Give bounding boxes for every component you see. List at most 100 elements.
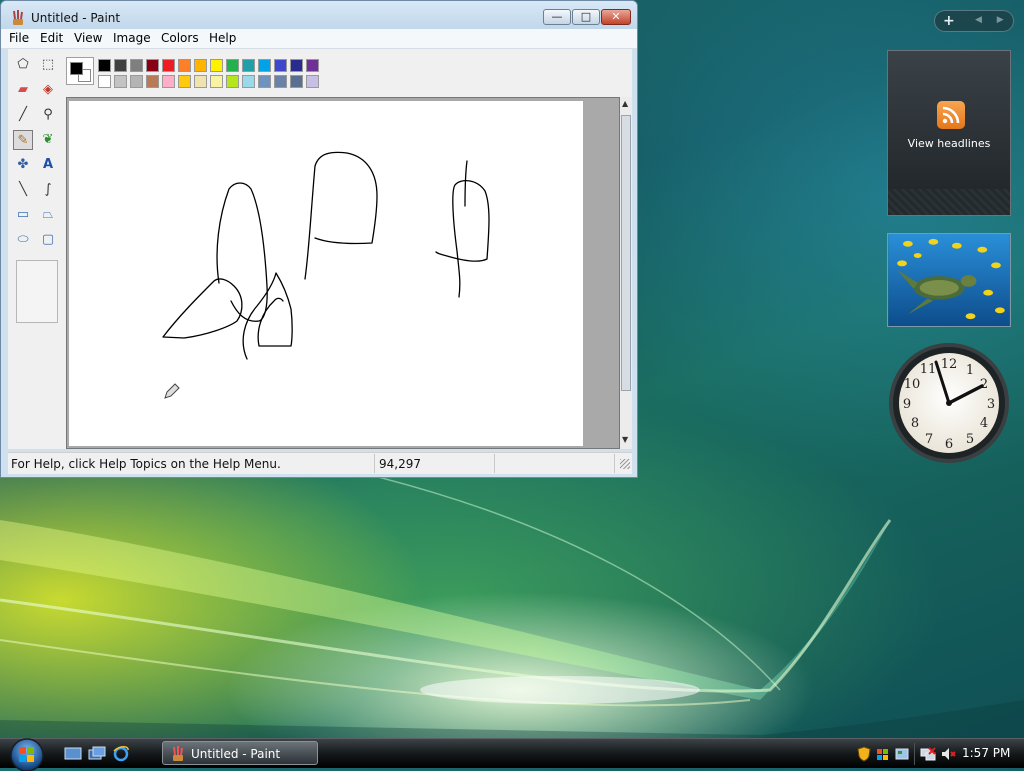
status-help-text: For Help, click Help Topics on the Help … (11, 457, 281, 471)
taskbar-paint-label: Untitled - Paint (191, 747, 281, 761)
palette-color-swatch[interactable] (146, 75, 159, 88)
status-divider (494, 454, 495, 473)
sidebar-controls: + ◀ ▶ (934, 10, 1014, 32)
palette-color-swatch[interactable] (114, 75, 127, 88)
pencil-cursor-icon (164, 383, 180, 399)
foreground-color-swatch (70, 62, 83, 75)
menu-file[interactable]: File (9, 31, 29, 45)
menu-view[interactable]: View (74, 31, 102, 45)
taskbar-clock[interactable]: 1:57 PM (962, 746, 1010, 760)
palette-color-swatch[interactable] (226, 59, 239, 72)
palette-color-swatch[interactable] (146, 59, 159, 72)
switch-windows-icon[interactable] (88, 746, 106, 762)
menu-help[interactable]: Help (209, 31, 236, 45)
internet-explorer-icon[interactable] (112, 746, 130, 762)
status-divider (614, 454, 615, 473)
minimize-button[interactable]: — (543, 9, 571, 25)
magnifier-icon[interactable]: ⚲ (38, 105, 58, 125)
text-icon[interactable]: A (38, 155, 58, 175)
palette-color-swatch[interactable] (178, 75, 191, 88)
window-title: Untitled - Paint (31, 11, 121, 25)
palette-color-swatch[interactable] (226, 75, 239, 88)
tray-separator (914, 743, 915, 765)
svg-text:3: 3 (987, 397, 995, 412)
cursor-coordinates: 94,297 (379, 457, 421, 471)
select-icon[interactable]: ⬚ (38, 55, 58, 75)
palette-color-swatch[interactable] (242, 59, 255, 72)
palette-color-swatch[interactable] (162, 75, 175, 88)
menu-edit[interactable]: Edit (40, 31, 63, 45)
gadget-page-arrows[interactable]: ◀ ▶ (975, 15, 1010, 25)
menu-colors[interactable]: Colors (161, 31, 199, 45)
taskbar: Untitled - Paint 1:57 PM (0, 735, 1024, 771)
svg-text:8: 8 (911, 416, 919, 431)
status-bar: For Help, click Help Topics on the Help … (8, 452, 632, 474)
scroll-up-arrow-icon[interactable]: ▲ (622, 99, 628, 108)
palette-color-swatch[interactable] (306, 59, 319, 72)
menu-image[interactable]: Image (113, 31, 151, 45)
minimize-icon: — (551, 10, 563, 23)
curve-icon[interactable]: ∫ (38, 180, 58, 200)
status-divider (374, 454, 375, 473)
volume-muted-icon[interactable] (940, 746, 956, 762)
palette-color-swatch[interactable] (178, 59, 191, 72)
start-button[interactable] (6, 735, 48, 771)
palette-color-swatch[interactable] (194, 59, 207, 72)
free-form-select-icon[interactable]: ⬠ (13, 55, 33, 75)
action-center-icon[interactable] (894, 746, 910, 762)
svg-text:11: 11 (920, 362, 937, 377)
polygon-icon[interactable]: ⏢ (38, 205, 58, 225)
rectangle-icon[interactable]: ▭ (13, 205, 33, 225)
tool-options-box[interactable] (16, 260, 58, 323)
palette-color-swatch[interactable] (114, 59, 127, 72)
scroll-down-arrow-icon[interactable]: ▼ (622, 435, 628, 444)
palette-color-swatch[interactable] (274, 75, 287, 88)
palette-color-swatch[interactable] (98, 75, 111, 88)
palette-color-swatch[interactable] (98, 59, 111, 72)
palette-color-swatch[interactable] (162, 59, 175, 72)
palette-color-swatch[interactable] (210, 75, 223, 88)
palette-color-swatch[interactable] (258, 75, 271, 88)
line-icon[interactable]: ╲ (13, 180, 33, 200)
pick-color-icon[interactable]: ╱ (13, 105, 33, 125)
palette-color-swatch[interactable] (306, 75, 319, 88)
maximize-button[interactable]: □ (572, 9, 600, 25)
pencil-icon[interactable]: ✎ (13, 130, 33, 150)
svg-text:9: 9 (903, 397, 911, 412)
palette-color-swatch[interactable] (130, 59, 143, 72)
maximize-icon: □ (580, 10, 592, 23)
network-icon[interactable] (920, 746, 936, 762)
scrollbar-thumb[interactable] (621, 115, 631, 391)
view-headlines-label[interactable]: View headlines (888, 137, 1010, 150)
palette-color-swatch[interactable] (130, 75, 143, 88)
security-shield-icon[interactable] (856, 746, 872, 762)
palette-color-swatch[interactable] (194, 75, 207, 88)
ellipse-icon[interactable]: ⬭ (13, 230, 33, 250)
svg-text:4: 4 (980, 416, 988, 431)
taskbar-paint-button[interactable]: Untitled - Paint (162, 741, 318, 765)
add-gadget-button[interactable]: + (943, 13, 955, 29)
vertical-scrollbar[interactable]: ▲ ▼ (620, 97, 632, 449)
close-button[interactable]: ✕ (601, 9, 631, 25)
rounded-rectangle-icon[interactable]: ▢ (38, 230, 58, 250)
palette-color-swatch[interactable] (210, 59, 223, 72)
drawing-canvas[interactable] (69, 101, 583, 446)
airbrush-icon[interactable]: ✤ (13, 155, 33, 175)
slideshow-gadget[interactable] (887, 233, 1011, 327)
palette-color-swatch[interactable] (290, 59, 303, 72)
feed-headlines-gadget[interactable]: View headlines (887, 50, 1011, 216)
fill-with-color-icon[interactable]: ◈ (38, 80, 58, 100)
eraser-icon[interactable]: ▰ (13, 80, 33, 100)
clock-gadget[interactable]: 12 1 2 3 4 5 6 7 8 9 10 11 (888, 342, 1010, 464)
brush-icon[interactable]: ❦ (38, 130, 58, 150)
svg-text:1: 1 (966, 363, 974, 378)
palette-color-swatch[interactable] (258, 59, 271, 72)
resize-grip-icon[interactable] (620, 459, 630, 469)
show-desktop-icon[interactable] (64, 746, 82, 762)
paint-icon (13, 10, 23, 25)
palette-color-swatch[interactable] (290, 75, 303, 88)
palette-color-swatch[interactable] (242, 75, 255, 88)
windows-update-icon[interactable] (875, 746, 891, 762)
palette-color-swatch[interactable] (274, 59, 287, 72)
svg-text:10: 10 (904, 377, 921, 392)
